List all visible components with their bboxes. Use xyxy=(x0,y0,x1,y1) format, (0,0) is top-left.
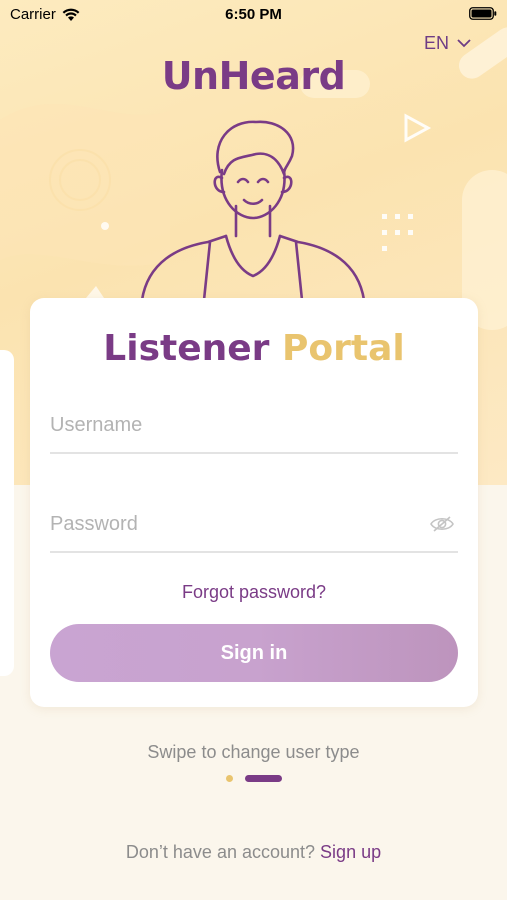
username-field[interactable] xyxy=(50,398,458,454)
password-field[interactable] xyxy=(50,497,458,553)
battery-icon xyxy=(469,7,497,20)
sign-up-link[interactable]: Sign up xyxy=(320,842,381,862)
language-selector[interactable]: EN xyxy=(424,33,471,54)
language-label: EN xyxy=(423,33,449,53)
sign-in-button[interactable]: Sign in xyxy=(50,624,458,682)
swipe-hint: Swipe to change user type xyxy=(147,742,360,762)
eye-off-icon[interactable] xyxy=(430,515,454,533)
page-indicator-dot[interactable] xyxy=(226,775,233,782)
page-indicator[interactable] xyxy=(0,774,507,784)
status-bar: Carrier 6:50 PM xyxy=(0,0,507,28)
password-input[interactable] xyxy=(50,513,458,536)
adjacent-card-peek xyxy=(0,350,14,676)
portal-title-primary: Listener xyxy=(103,328,270,369)
signup-question: Don’t have an account? xyxy=(125,842,316,862)
portal-title: Listener Portal xyxy=(30,328,478,369)
listener-avatar xyxy=(140,120,366,302)
chevron-down-icon xyxy=(457,39,471,48)
app-logo: UnHeard xyxy=(161,54,346,98)
clock: 6:50 PM xyxy=(225,6,282,23)
forgot-password-link[interactable]: Forgot password? xyxy=(30,582,478,603)
login-card: Listener Portal Forgot password? Sign in xyxy=(30,298,478,707)
page-indicator-dot-active[interactable] xyxy=(245,775,282,782)
portal-title-secondary: Portal xyxy=(281,328,405,369)
signup-prompt: Don’t have an account? Sign up xyxy=(0,842,507,863)
username-input[interactable] xyxy=(50,414,458,437)
